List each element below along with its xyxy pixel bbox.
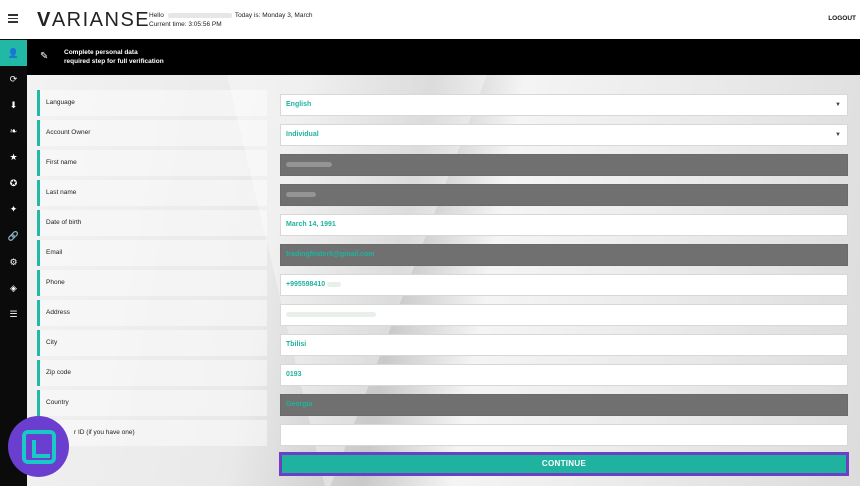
account-owner-select[interactable]: Individual ▼ [280,124,848,146]
language-select[interactable]: English ▼ [280,94,848,116]
today-label: Today is: Monday 3, March [234,12,313,19]
last-name-field[interactable] [280,184,848,206]
pencil-icon: ✎ [40,51,49,62]
settings-ring-icon[interactable]: ✪ [0,170,27,196]
country-field[interactable]: Georgia [280,394,848,416]
continue-button[interactable]: CONTINUE [279,452,849,476]
puzzle-icon[interactable]: ✦ [0,196,27,222]
gear-icon[interactable]: ⚙ [0,249,27,275]
logout-button[interactable]: LOGOUT [828,15,856,22]
city-field[interactable]: Tbilisi [280,334,848,356]
download-icon[interactable]: ⬇ [0,92,27,118]
tax-id-field[interactable] [280,424,848,446]
banner-text: Complete personal data required step for… [64,48,164,66]
banner-line-2: required step for full verification [64,58,164,65]
user-icon[interactable]: 👤 [0,40,27,66]
first-name-field[interactable] [280,154,848,176]
label-row-country: Country [37,390,267,416]
label-row-language: Language [37,90,267,116]
refresh-icon[interactable]: ⟳ [0,66,27,92]
hello-label: Hello [149,12,164,19]
leaf-icon[interactable]: ❧ [0,118,27,144]
chevron-down-icon: ▼ [835,132,841,138]
label-row-phone: Phone [37,270,267,296]
verification-banner: ✎ Complete personal data required step f… [27,39,860,75]
personal-data-form: Language English ▼ Account Owner Individu… [27,75,860,486]
greeting: Hello Today is: Monday 3, March Current t… [149,11,313,29]
label-row-email: Email [37,240,267,266]
link-icon[interactable]: 🔗 [0,223,27,249]
star-icon[interactable]: ★ [0,144,27,170]
label-row-dob: Date of birth [37,210,267,236]
hamburger-menu-icon[interactable] [8,14,18,23]
layers-icon[interactable]: ◈ [0,275,27,301]
banner-line-1: Complete personal data [64,49,138,56]
label-row-account-owner: Account Owner [37,120,267,146]
database-icon[interactable]: ☰ [0,301,27,327]
brand-badge-logo [8,416,69,477]
label-row-address: Address [37,300,267,326]
label-row-city: City [37,330,267,356]
label-row-last-name: Last name [37,180,267,206]
label-row-first-name: First name [37,150,267,176]
label-row-zip: Zip code [37,360,267,386]
address-field[interactable] [280,304,848,326]
email-field[interactable]: tradingfinder6@gmail.com [280,244,848,266]
zip-code-field[interactable]: 0193 [280,364,848,386]
chevron-down-icon: ▼ [835,102,841,108]
logo[interactable]: VARIANSE [37,9,150,32]
date-of-birth-field[interactable]: March 14, 1991 [280,214,848,236]
top-bar: VARIANSE Hello Today is: Monday 3, March … [0,0,860,39]
label-row-tax-id: r ID (if you have one) [37,420,267,446]
blurred-username [167,12,232,18]
current-time: Current time: 3:05:56 PM [149,21,222,28]
phone-field[interactable]: +995598410 [280,274,848,296]
